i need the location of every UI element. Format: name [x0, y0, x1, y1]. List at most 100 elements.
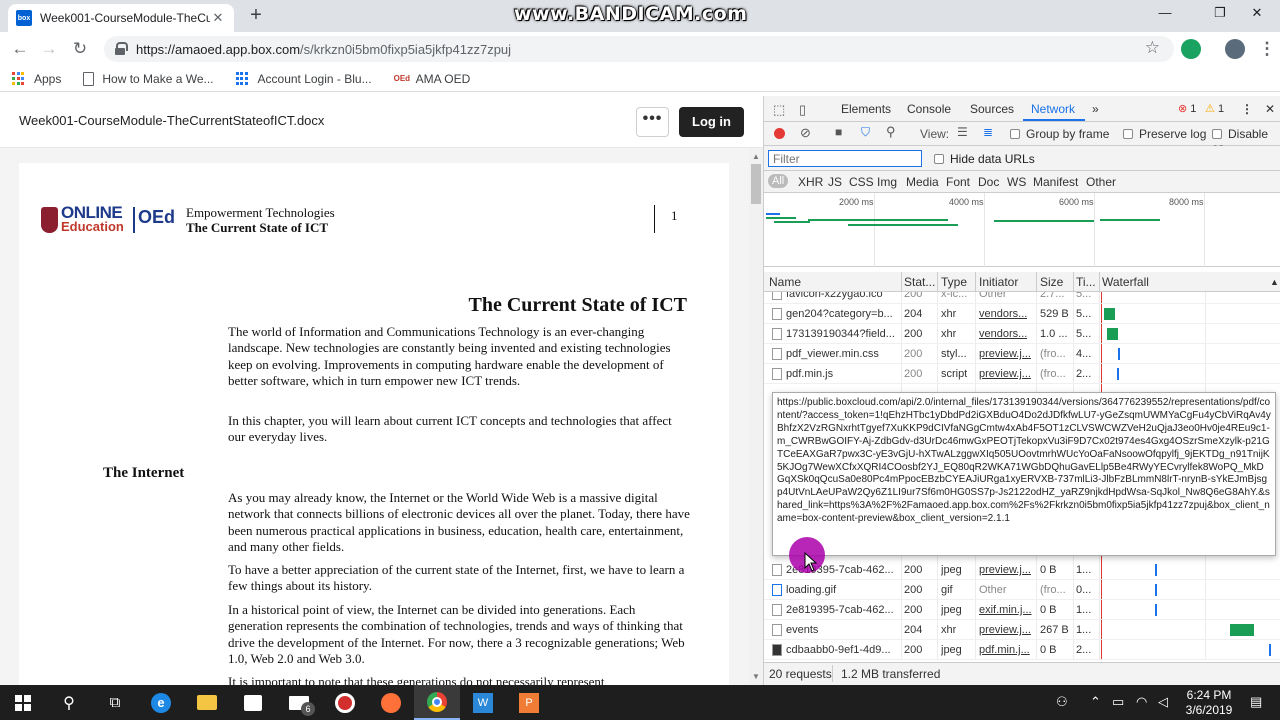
devtools-close-icon[interactable]: ✕ — [1265, 102, 1275, 116]
request-row[interactable]: pdf_viewer.min.css 200 styl... preview.j… — [764, 344, 1280, 364]
hide-data-urls-checkbox[interactable]: Hide data URLs — [934, 152, 1035, 166]
type-filter-doc[interactable]: Doc — [978, 175, 999, 189]
warning-counter[interactable]: ⚠ 1 — [1205, 102, 1224, 115]
people-icon[interactable]: ⚇ — [1056, 694, 1068, 710]
back-icon[interactable]: ← — [9, 38, 31, 60]
show-hidden-icons[interactable]: ⌃ — [1090, 694, 1101, 710]
type-filter-media[interactable]: Media — [906, 175, 939, 189]
device-toolbar-icon[interactable]: ▯ — [799, 102, 806, 118]
store-icon[interactable] — [230, 685, 276, 720]
powerpoint-icon[interactable]: P — [506, 685, 552, 720]
file-explorer-icon[interactable] — [184, 685, 230, 720]
column-initiator[interactable]: Initiator — [979, 275, 1018, 289]
scroll-down-icon[interactable]: ▼ — [752, 672, 760, 681]
task-view-icon[interactable]: ⧉ — [92, 685, 138, 720]
tab-console[interactable]: Console — [907, 102, 951, 116]
column-status[interactable]: Stat... — [904, 275, 935, 289]
bookmark-apps[interactable]: Apps — [12, 71, 61, 86]
network-overview-timeline[interactable]: 2000 ms 4000 ms 6000 ms 8000 ms — [764, 193, 1280, 267]
clear-icon[interactable]: ⊘ — [800, 125, 811, 141]
notifications-icon[interactable]: ▤ — [1250, 694, 1262, 710]
section-heading: The Internet — [103, 465, 185, 481]
inspect-element-icon[interactable]: ⬚ — [773, 102, 785, 118]
request-row[interactable]: favicon-x2zygao.ico 200 x-ic... Other 2.… — [764, 292, 1280, 304]
search-icon[interactable]: ⚲ — [46, 685, 92, 720]
type-filter-manifest[interactable]: Manifest — [1033, 175, 1078, 189]
battery-icon[interactable]: ▭ — [1112, 694, 1124, 710]
type-filter-img[interactable]: Img — [877, 175, 897, 189]
wifi-icon[interactable]: ◠ — [1136, 694, 1147, 710]
type-filter-all[interactable]: All — [768, 174, 789, 188]
login-button[interactable]: Log in — [679, 107, 744, 137]
column-name[interactable]: Name — [769, 275, 801, 289]
request-row[interactable]: loading.gif 200 gif Other (fro... 0... — [764, 580, 1280, 600]
edge-icon[interactable]: e — [138, 685, 184, 720]
mouse-cursor-icon — [804, 552, 818, 572]
tab-close-icon[interactable]: ✕ — [210, 10, 226, 26]
page-scrollbar[interactable]: ▲ ▼ — [749, 148, 763, 685]
error-counter[interactable]: ⊗ 1 — [1178, 102, 1196, 115]
type-filter-xhr[interactable]: XHR — [798, 175, 823, 189]
request-table-header: Name Stat... Type Initiator Size Ti... W… — [764, 272, 1280, 292]
request-row[interactable]: 173139190344?field... 200 xhr vendors...… — [764, 324, 1280, 344]
profile-avatar[interactable] — [1225, 39, 1245, 59]
list-view-icon[interactable]: ☰ — [957, 125, 968, 139]
group-by-frame-checkbox[interactable]: Group by frame — [1010, 127, 1109, 141]
type-filter-font[interactable]: Font — [946, 175, 970, 189]
sort-ascending-icon[interactable]: ▲ — [1270, 277, 1279, 287]
filter-input[interactable] — [768, 150, 922, 167]
column-size[interactable]: Size — [1040, 275, 1063, 289]
browser-tab[interactable]: box Week001-CourseModule-TheCur ✕ — [8, 4, 234, 32]
tab-elements[interactable]: Elements — [841, 102, 891, 116]
bookmark-ama-oed[interactable]: OEd AMA OED — [394, 72, 471, 86]
address-bar[interactable]: https://amaoed.app.box.com/s/krkzn0i5bm0… — [104, 36, 1174, 62]
grid-icon — [235, 71, 250, 86]
type-filter-js[interactable]: JS — [828, 175, 842, 189]
bookmark-how-to-make[interactable]: How to Make a We... — [83, 71, 214, 86]
devtools-menu-icon[interactable]: ⋮ — [1241, 102, 1253, 116]
mail-icon[interactable]: 6 — [276, 685, 322, 720]
screenshot-icon[interactable]: ■ — [835, 125, 842, 139]
request-row[interactable]: events 204 xhr preview.j... 267 B 1... — [764, 620, 1280, 640]
volume-icon[interactable]: ◁ — [1158, 694, 1168, 710]
request-count: 20 requests — [769, 667, 832, 681]
taskbar-clock[interactable]: 6:24 PM 3/6/2019 — [1178, 688, 1240, 718]
type-filter-other[interactable]: Other — [1086, 175, 1116, 189]
column-type[interactable]: Type — [941, 275, 967, 289]
chrome-menu-icon[interactable]: ⋮ — [1256, 38, 1278, 60]
word-icon[interactable]: W — [460, 685, 506, 720]
new-tab-button[interactable]: + — [244, 4, 268, 28]
more-tabs-icon[interactable]: » — [1092, 102, 1099, 116]
more-options-button[interactable]: ••• — [636, 107, 669, 137]
request-row[interactable]: 2e819395-7cab-462... 200 jpeg preview.j.… — [764, 560, 1280, 580]
request-row[interactable]: gen204?category=b... 204 xhr vendors... … — [764, 304, 1280, 324]
scroll-up-icon[interactable]: ▲ — [752, 152, 760, 161]
chrome-icon[interactable] — [414, 685, 460, 720]
minimize-button[interactable]: — — [1142, 0, 1188, 28]
filter-icon[interactable]: ⛉ — [861, 125, 870, 140]
grammarly-extension-icon[interactable] — [1181, 39, 1201, 59]
request-row[interactable]: 2e819395-7cab-462... 200 jpeg exif.min.j… — [764, 600, 1280, 620]
windows-start-icon[interactable] — [0, 685, 46, 720]
tab-sources[interactable]: Sources — [970, 102, 1014, 116]
preserve-log-checkbox[interactable]: Preserve log — [1123, 127, 1206, 141]
column-waterfall[interactable]: Waterfall — [1102, 275, 1149, 289]
column-time[interactable]: Ti... — [1076, 275, 1096, 289]
request-url-tooltip: https://public.boxcloud.com/api/2.0/inte… — [772, 392, 1276, 556]
request-row[interactable]: cdbaabb0-9ef1-4d9... 200 jpeg pdf.min.j.… — [764, 640, 1280, 660]
request-row[interactable]: pdf.min.js 200 script preview.j... (fro.… — [764, 364, 1280, 384]
search-icon[interactable]: ⚲ — [886, 124, 896, 140]
record-icon[interactable] — [774, 128, 785, 139]
bandicam-icon[interactable] — [322, 685, 368, 720]
forward-icon[interactable]: → — [38, 38, 60, 60]
tab-network[interactable]: Network — [1031, 102, 1075, 116]
waterfall-view-icon[interactable]: ≣ — [983, 125, 993, 139]
reload-icon[interactable]: ↻ — [69, 38, 91, 60]
bookmark-account-login[interactable]: Account Login - Blu... — [235, 71, 372, 86]
type-filter-css[interactable]: CSS — [849, 175, 874, 189]
type-filter-ws[interactable]: WS — [1007, 175, 1026, 189]
firefox-icon[interactable] — [368, 685, 414, 720]
bookmark-star-icon[interactable]: ☆ — [1145, 38, 1160, 58]
scrollbar-thumb[interactable] — [751, 164, 761, 204]
close-window-button[interactable]: ✕ — [1234, 0, 1280, 28]
